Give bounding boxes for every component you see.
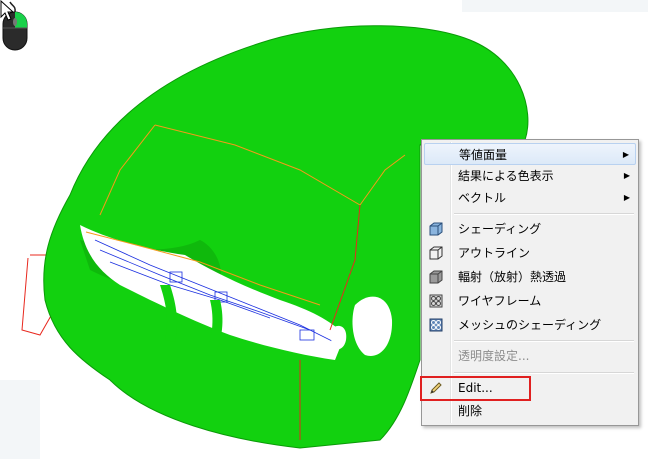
menu-item-label: 結果による色表示 <box>458 169 554 183</box>
submenu-arrow-icon: ▶ <box>622 150 629 159</box>
menu-separator <box>454 213 634 215</box>
radiation-cube-icon <box>429 270 443 284</box>
menu-item-isosurface[interactable]: 等値面量 ▶ <box>424 143 636 165</box>
menu-item-outline[interactable]: アウトライン <box>424 242 636 264</box>
menu-item-label: ベクトル <box>458 191 507 205</box>
menu-item-radiation[interactable]: 輻射（放射）熱透過 <box>424 266 636 288</box>
menu-item-vector[interactable]: ベクトル ▶ <box>424 187 636 209</box>
submenu-arrow-icon: ▶ <box>623 171 630 180</box>
menu-item-label: 輻射（放射）熱透過 <box>458 270 567 284</box>
outline-cube-icon <box>429 246 443 260</box>
menu-item-wireframe[interactable]: ワイヤフレーム <box>424 290 636 312</box>
arrow-cursor-icon <box>0 0 15 21</box>
mesh-shaded-cube-icon <box>429 318 443 332</box>
menu-item-transparency[interactable]: 透明度設定... <box>424 345 636 367</box>
wireframe-cube-icon <box>429 294 443 308</box>
menu-item-label: 透明度設定... <box>458 349 530 363</box>
menu-item-shading[interactable]: シェーディング <box>424 218 636 240</box>
menu-item-label: アウトライン <box>458 246 531 260</box>
submenu-arrow-icon: ▶ <box>623 193 630 202</box>
menu-item-delete[interactable]: 削除 <box>424 400 636 422</box>
menu-item-mesh-shading[interactable]: メッシュのシェーディング <box>424 314 636 336</box>
menu-item-color-by-result[interactable]: 結果による色表示 ▶ <box>424 165 636 187</box>
menu-separator <box>454 372 634 374</box>
menu-item-label: ワイヤフレーム <box>458 294 542 308</box>
menu-item-label: メッシュのシェーディング <box>458 318 602 332</box>
edit-highlight-box <box>420 376 531 401</box>
menu-separator <box>454 340 634 342</box>
menu-item-label: 削除 <box>458 404 483 418</box>
menu-item-label: 等値面量 <box>459 148 508 162</box>
menu-item-label: シェーディング <box>458 222 542 236</box>
shaded-cube-icon <box>429 222 443 236</box>
